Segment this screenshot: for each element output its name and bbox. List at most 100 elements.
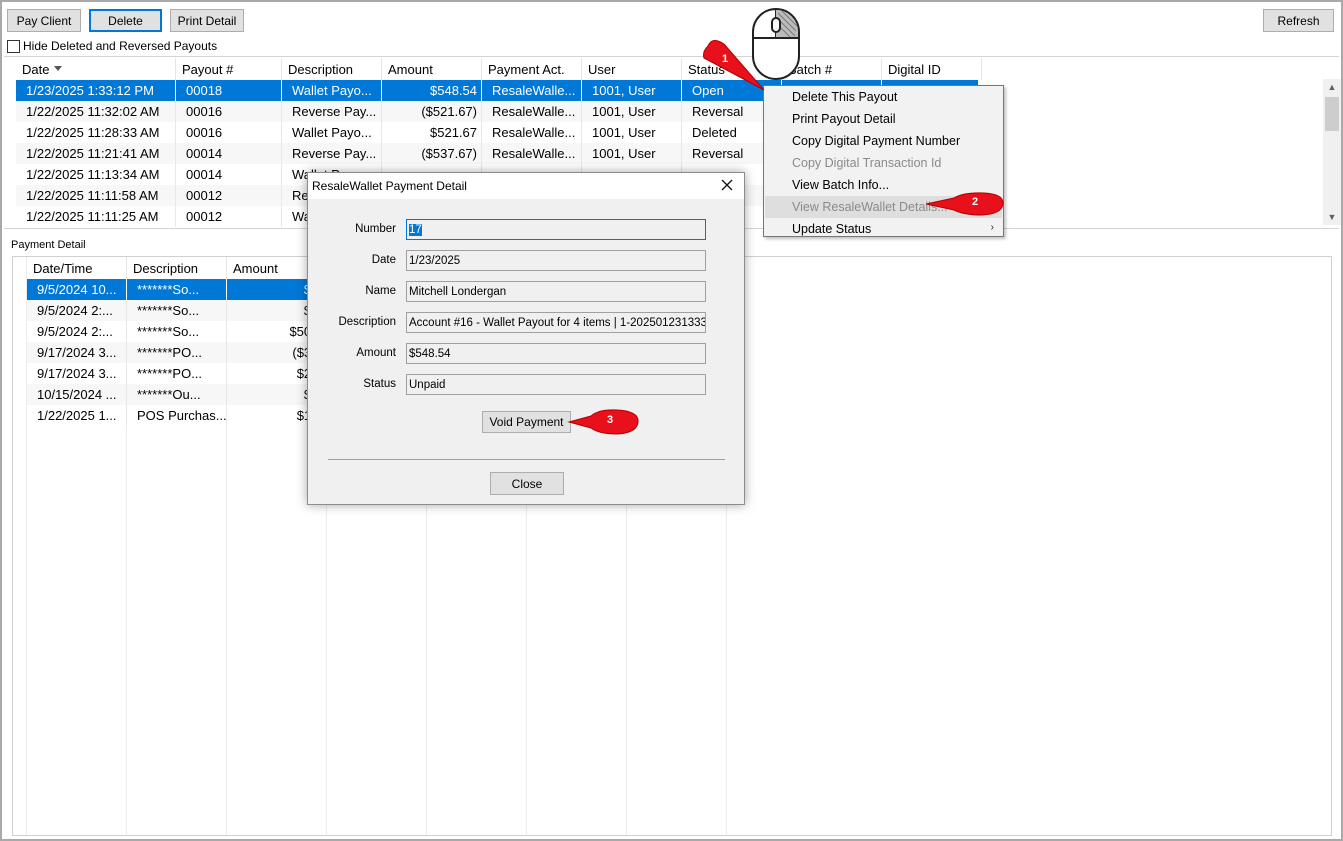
field-description-input[interactable]: Account #16 - Wallet Payout for 4 items … bbox=[406, 312, 706, 333]
field-value: Account #16 - Wallet Payout for 4 items … bbox=[409, 316, 706, 329]
table-cell: ResaleWalle... bbox=[482, 122, 582, 143]
menu-item[interactable]: Copy Digital Transaction Id bbox=[765, 152, 1002, 174]
field-value: 1/23/2025 bbox=[409, 254, 461, 267]
column-header[interactable]: Amount bbox=[382, 58, 482, 80]
field-value: Unpaid bbox=[409, 378, 446, 391]
table-cell: *******So... bbox=[127, 279, 227, 300]
table-cell: 1001, User bbox=[582, 101, 682, 122]
table-cell: $548.54 bbox=[382, 80, 482, 101]
table-cell: 1001, User bbox=[582, 143, 682, 164]
table-cell: 00016 bbox=[176, 122, 282, 143]
delete-button[interactable]: Delete bbox=[89, 9, 162, 32]
field-status-input[interactable]: Unpaid bbox=[406, 374, 706, 395]
close-icon[interactable] bbox=[718, 176, 736, 194]
table-cell: 00014 bbox=[176, 143, 282, 164]
column-header[interactable]: Description bbox=[282, 58, 382, 80]
menu-item-label: Copy Digital Payment Number bbox=[792, 134, 961, 148]
table-cell: 9/17/2024 3... bbox=[27, 342, 127, 363]
field-date-input[interactable]: 1/23/2025 bbox=[406, 250, 706, 271]
field-amount-input[interactable]: $548.54 bbox=[406, 343, 706, 364]
table-row[interactable]: 1/22/2025 1...POS Purchas...$10. bbox=[27, 405, 327, 426]
table-cell: 10/15/2024 ... bbox=[27, 384, 127, 405]
scroll-thumb[interactable] bbox=[1325, 97, 1339, 131]
app-window: Pay Client Delete Print Detail Refresh H… bbox=[0, 0, 1343, 841]
field-value: $548.54 bbox=[409, 347, 451, 360]
hide-deleted-filter[interactable]: Hide Deleted and Reversed Payouts bbox=[7, 39, 217, 53]
menu-item-label: Copy Digital Transaction Id bbox=[792, 156, 942, 170]
table-row[interactable]: 1/22/2025 11:32:02 AM 00016 Reverse Pay...… bbox=[16, 101, 982, 122]
table-cell: 1/22/2025 11:13:34 AM bbox=[16, 164, 176, 185]
dialog-title-bar: ResaleWallet Payment Detail bbox=[308, 173, 744, 199]
table-cell: 1001, User bbox=[582, 80, 682, 101]
menu-item[interactable]: Copy Digital Payment Number bbox=[765, 130, 1002, 152]
column-header[interactable]: User bbox=[582, 58, 682, 80]
dialog-divider bbox=[328, 459, 725, 460]
table-cell: 9/5/2024 10... bbox=[27, 279, 127, 300]
column-header[interactable]: Description bbox=[127, 257, 227, 279]
table-cell: 00012 bbox=[176, 185, 282, 206]
table-cell: Reverse Pay... bbox=[282, 143, 382, 164]
field-label: Description bbox=[338, 316, 396, 328]
divider bbox=[4, 56, 1339, 57]
column-header[interactable]: Digital ID bbox=[882, 58, 982, 80]
callout-2-marker bbox=[925, 192, 1004, 216]
hide-deleted-label: Hide Deleted and Reversed Payouts bbox=[23, 39, 218, 53]
field-name-input[interactable]: Mitchell Londergan bbox=[406, 281, 706, 302]
pay-client-button[interactable]: Pay Client bbox=[7, 9, 81, 32]
print-detail-button[interactable]: Print Detail bbox=[170, 9, 244, 32]
table-cell: 1/22/2025 11:28:33 AM bbox=[16, 122, 176, 143]
mouse-icon bbox=[752, 8, 800, 80]
field-label: Name bbox=[365, 285, 396, 297]
payouts-scrollbar[interactable]: ▲ ▼ bbox=[1323, 79, 1341, 225]
column-header[interactable]: Payment Act. bbox=[482, 58, 582, 80]
table-cell: 1/22/2025 11:11:58 AM bbox=[16, 185, 176, 206]
table-cell: *******PO... bbox=[127, 363, 227, 384]
field-label: Date bbox=[371, 254, 396, 266]
menu-item[interactable]: Update Status › bbox=[765, 218, 1002, 240]
chevron-right-icon: › bbox=[990, 222, 994, 233]
table-row[interactable]: 1/22/2025 11:28:33 AM 00016 Wallet Payo...… bbox=[16, 122, 982, 143]
table-cell: 1001, User bbox=[582, 122, 682, 143]
void-payment-button[interactable]: Void Payment bbox=[482, 411, 571, 433]
field-number-input[interactable]: 17 bbox=[406, 219, 706, 240]
table-cell: POS Purchas... bbox=[127, 405, 227, 426]
table-row[interactable]: 10/15/2024 ...*******Ou...$8. bbox=[27, 384, 327, 405]
table-row[interactable]: 9/5/2024 2:... *******So... $500. bbox=[27, 321, 327, 342]
table-cell: $521.67 bbox=[382, 122, 482, 143]
table-row[interactable]: 9/17/2024 3...*******PO...($3.8 bbox=[27, 342, 327, 363]
table-cell: 00016 bbox=[176, 101, 282, 122]
menu-item-label: View Batch Info... bbox=[792, 178, 890, 192]
menu-item[interactable]: Delete This Payout bbox=[765, 86, 1002, 108]
table-row[interactable]: 9/5/2024 10...*******So...$5. bbox=[27, 279, 327, 300]
callout-1-number: 1 bbox=[721, 53, 729, 65]
scroll-up-icon[interactable]: ▲ bbox=[1323, 79, 1341, 95]
hide-deleted-checkbox[interactable] bbox=[7, 39, 20, 53]
refresh-button[interactable]: Refresh bbox=[1263, 9, 1334, 32]
table-cell: 00014 bbox=[176, 164, 282, 185]
table-row[interactable]: 1/22/2025 11:21:41 AM 00014 Reverse Pay...… bbox=[16, 143, 982, 164]
field-label: Number bbox=[355, 223, 396, 235]
field-value: Mitchell Londergan bbox=[409, 285, 507, 298]
menu-item[interactable]: Print Payout Detail bbox=[765, 108, 1002, 130]
menu-item-label: Delete This Payout bbox=[792, 90, 898, 104]
scroll-down-icon[interactable]: ▼ bbox=[1323, 209, 1341, 225]
table-cell: 9/17/2024 3... bbox=[27, 363, 127, 384]
table-cell: 1/22/2025 11:32:02 AM bbox=[16, 101, 176, 122]
table-cell: 9/5/2024 2:... bbox=[27, 300, 127, 321]
column-header[interactable]: Date/Time bbox=[27, 257, 127, 279]
table-cell: ResaleWalle... bbox=[482, 143, 582, 164]
table-cell: 1/22/2025 11:11:25 AM bbox=[16, 206, 176, 227]
table-row[interactable]: 9/17/2024 3...*******PO...$25. bbox=[27, 363, 327, 384]
table-cell: *******PO... bbox=[127, 342, 227, 363]
table-cell: 1/22/2025 11:21:41 AM bbox=[16, 143, 176, 164]
table-cell: *******So... bbox=[127, 321, 227, 342]
close-button[interactable]: Close bbox=[490, 472, 564, 495]
column-header[interactable]: Date bbox=[16, 58, 176, 80]
table-cell: *******Ou... bbox=[127, 384, 227, 405]
column-header[interactable]: Payout # bbox=[176, 58, 282, 80]
table-row[interactable]: 9/5/2024 2:...*******So...$2. bbox=[27, 300, 327, 321]
table-cell: Reverse Pay... bbox=[282, 101, 382, 122]
field-label: Amount bbox=[356, 347, 396, 359]
field-label: Status bbox=[363, 378, 396, 390]
dialog-title: ResaleWallet Payment Detail bbox=[312, 179, 467, 193]
